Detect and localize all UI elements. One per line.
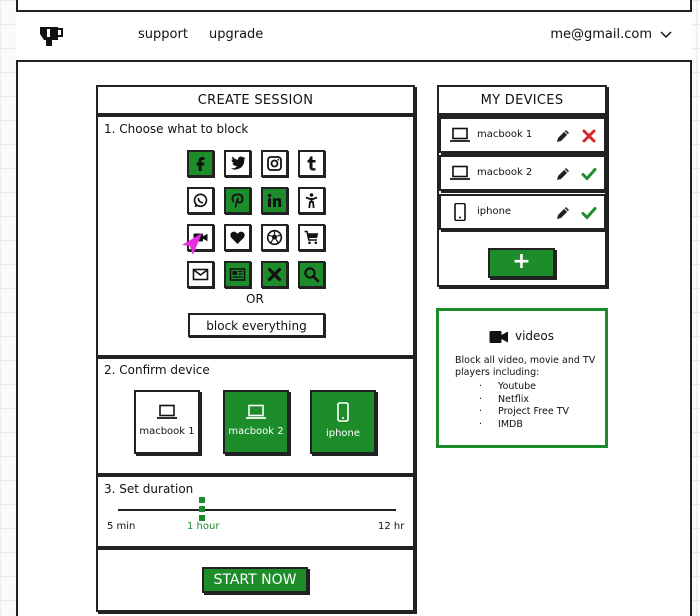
block-tile-custom[interactable] — [261, 261, 288, 288]
chevron-down-icon[interactable] — [660, 31, 672, 39]
device-name: macbook 2 — [477, 167, 533, 178]
step1-label: 1. Choose what to block — [104, 122, 249, 136]
pencil-icon[interactable] — [555, 205, 571, 221]
search-icon — [304, 267, 320, 283]
block-tile-twitter[interactable] — [224, 150, 251, 177]
facebook-icon — [196, 157, 205, 171]
block-everything-button[interactable]: block everything — [188, 313, 325, 337]
block-custom-icon — [267, 267, 282, 282]
whatsapp-icon — [193, 193, 208, 208]
user-email[interactable]: me@gmail.com — [550, 27, 652, 42]
confirm-device-name: iphone — [325, 428, 361, 439]
mail-icon — [192, 268, 209, 281]
twitter-icon — [231, 156, 246, 170]
duration-max-label: 12 hr — [378, 521, 405, 532]
pencil-icon[interactable] — [555, 166, 571, 182]
block-tile-instagram[interactable] — [261, 150, 288, 177]
my-devices-title-box: MY DEVICES — [437, 85, 607, 115]
dating-icon — [305, 193, 318, 209]
laptop-icon — [157, 404, 177, 419]
instagram-icon — [267, 156, 282, 171]
category-info-box: videos Block all video, movie and TV pla… — [436, 308, 608, 448]
laptop-icon — [450, 127, 470, 142]
heart-icon — [230, 231, 245, 244]
news-icon — [229, 268, 246, 281]
add-device-button[interactable]: + — [488, 248, 555, 278]
list-item: Netflix — [479, 394, 569, 407]
nav-support-link[interactable]: support — [138, 27, 188, 42]
my-devices-title: MY DEVICES — [480, 93, 564, 108]
tumblr-icon — [307, 156, 316, 171]
category-description: Block all video, movie and TV players in… — [455, 355, 596, 378]
laptop-icon — [246, 404, 266, 419]
video-camera-icon — [489, 331, 508, 343]
device-row-macbook-2[interactable]: macbook 2 — [439, 155, 606, 191]
block-tile-facebook[interactable] — [187, 150, 214, 177]
block-tile-pinterest[interactable] — [224, 187, 251, 214]
soccer-ball-icon — [266, 229, 283, 246]
block-tile-search[interactable] — [298, 261, 325, 288]
confirm-device-macbook-2[interactable]: macbook 2 — [223, 390, 289, 454]
checkmark-icon[interactable] — [581, 205, 597, 221]
nav-upgrade-link[interactable]: upgrade — [209, 27, 263, 42]
duration-slider-handle[interactable] — [198, 497, 206, 521]
block-tile-heart[interactable] — [224, 224, 251, 251]
step3-label: 3. Set duration — [104, 482, 194, 496]
block-tile-tumblr[interactable] — [298, 150, 325, 177]
block-tile-dating[interactable] — [298, 187, 325, 214]
confirm-device-name: macbook 1 — [139, 426, 195, 437]
confirm-device-iphone[interactable]: iphone — [310, 390, 376, 454]
device-name: macbook 1 — [477, 129, 533, 140]
list-item: Youtube — [479, 381, 569, 394]
duration-slider-track[interactable] — [118, 509, 396, 511]
step2-label: 2. Confirm device — [104, 363, 210, 377]
category-title: videos — [515, 329, 555, 343]
shopping-cart-icon — [304, 230, 319, 245]
block-tile-mail[interactable] — [187, 261, 214, 288]
create-session-title-box: CREATE SESSION — [96, 85, 415, 115]
block-tile-whatsapp[interactable] — [187, 187, 214, 214]
list-item: IMDB — [479, 419, 569, 432]
laptop-icon — [450, 165, 470, 180]
duration-min-label: 5 min — [107, 521, 136, 532]
list-item: Project Free TV — [479, 406, 569, 419]
block-tile-sports[interactable] — [261, 224, 288, 251]
duration-value-label: 1 hour — [187, 521, 220, 532]
or-separator: OR — [246, 292, 264, 306]
pencil-icon[interactable] — [555, 128, 571, 144]
linkedin-icon — [267, 193, 282, 207]
device-row-iphone[interactable]: iphone — [439, 194, 606, 230]
device-name: iphone — [477, 206, 512, 217]
create-session-title: CREATE SESSION — [197, 93, 314, 108]
logo-icon — [40, 27, 63, 46]
pinterest-icon — [231, 193, 244, 208]
top-bar: support upgrade me@gmail.com — [16, 10, 692, 62]
close-icon[interactable] — [581, 128, 597, 144]
confirm-device-name: macbook 2 — [228, 426, 284, 437]
phone-icon — [454, 203, 466, 221]
phone-icon — [337, 402, 349, 422]
start-now-button[interactable]: START NOW — [202, 567, 308, 593]
block-tile-linkedin[interactable] — [261, 187, 288, 214]
confirm-device-macbook-1[interactable]: macbook 1 — [134, 390, 200, 454]
block-tile-news[interactable] — [224, 261, 251, 288]
checkmark-icon[interactable] — [581, 166, 597, 182]
block-tile-shopping[interactable] — [298, 224, 325, 251]
device-row-macbook-1[interactable]: macbook 1 — [439, 117, 606, 153]
category-examples-list: Youtube Netflix Project Free TV IMDB — [479, 381, 569, 431]
cursor-arrow-icon — [182, 233, 202, 255]
